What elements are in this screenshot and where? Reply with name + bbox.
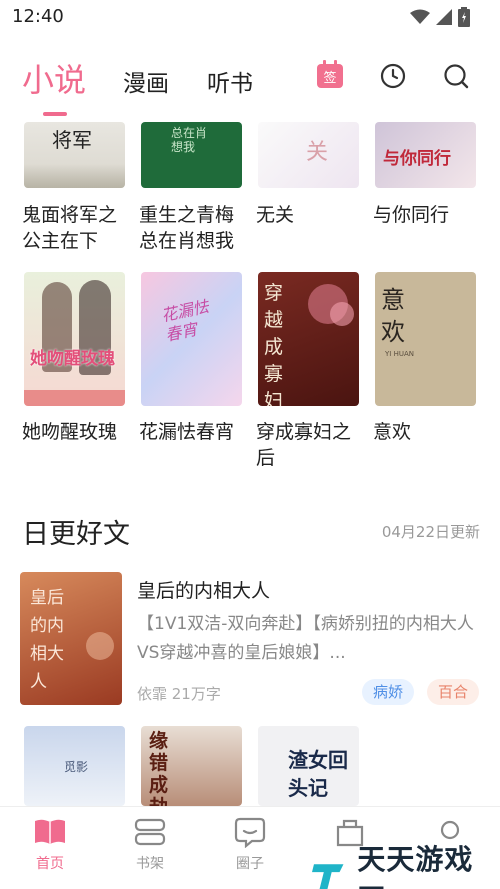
tag-badge[interactable]: 病娇	[362, 679, 415, 705]
book-open-icon	[33, 815, 67, 849]
tab-audiobook[interactable]: 听书	[207, 64, 253, 98]
book-cover-5[interactable]: 她吻醒玫瑰	[24, 272, 125, 406]
clock-icon	[380, 63, 406, 89]
history-button[interactable]	[379, 62, 407, 90]
book-cover-6[interactable]: 花漏怯春宵	[141, 272, 242, 406]
status-time: 12:40	[12, 6, 64, 27]
tag-badge[interactable]: 百合	[427, 679, 480, 705]
cover-text: 意欢	[381, 286, 405, 346]
book-cover-7[interactable]: 穿越成寡妇之后	[258, 272, 359, 406]
wifi-icon	[410, 9, 430, 24]
cover-text: 她吻醒玫瑰	[30, 349, 115, 369]
nav-bookshelf-label: 书架	[136, 856, 164, 872]
nav-home-label: 首页	[36, 856, 64, 872]
watermark-logo-icon	[312, 864, 344, 889]
nav-bookshelf[interactable]: 书架	[120, 815, 180, 873]
featured-book-title[interactable]: 皇后的内相大人	[137, 576, 270, 603]
sign-in-button[interactable]: 签	[316, 60, 344, 90]
cover-text: 穿越成寡妇之后	[264, 282, 284, 406]
book-cover-1[interactable]: 将军	[24, 122, 125, 188]
cover-text: 与你同行	[383, 149, 451, 169]
nav-circle-label: 圈子	[236, 856, 264, 872]
book-cover-11[interactable]: 渣女回头记	[258, 726, 359, 806]
book-cover-8[interactable]: 意欢 YI HUAN	[375, 272, 476, 406]
calendar-sign-icon: 签	[317, 60, 343, 88]
cover-subtext: YI HUAN	[385, 350, 414, 358]
status-icons	[410, 7, 470, 27]
featured-book-meta: 依霏 21万字	[137, 685, 221, 703]
book-title-3[interactable]: 无关	[256, 202, 366, 228]
nav-home[interactable]: 首页	[20, 815, 80, 873]
watermark: 天天游戏网	[312, 838, 500, 889]
chat-bubble-icon	[233, 815, 267, 849]
search-button[interactable]	[442, 62, 470, 90]
cover-text: 花漏怯春宵	[159, 296, 211, 345]
tab-indicator	[43, 112, 67, 116]
book-cover-3[interactable]: 关	[258, 122, 359, 188]
tab-comic[interactable]: 漫画	[123, 64, 169, 98]
book-cover-4[interactable]: 与你同行	[375, 122, 476, 188]
book-title-8[interactable]: 意欢	[373, 419, 483, 445]
watermark-text: 天天游戏网	[357, 843, 474, 889]
cover-text: 缘错成劫	[149, 730, 169, 806]
featured-book-description[interactable]: 【1V1双洁-双向奔赴】【病娇别扭的内相大人VS穿越冲喜的皇后娘娘】...	[137, 610, 477, 668]
bookshelf-icon	[133, 815, 167, 849]
book-title-2[interactable]: 重生之青梅总在肖想我	[139, 202, 249, 254]
cover-text: 觅影	[64, 760, 89, 774]
book-cover-2[interactable]: 总在肖想我	[141, 122, 242, 188]
book-cover-9[interactable]: 觅影	[24, 726, 125, 806]
cover-text: 渣女回头记	[288, 748, 348, 800]
book-title-5[interactable]: 她吻醒玫瑰	[22, 419, 132, 445]
cover-text: 将军	[52, 128, 92, 152]
featured-book-cover[interactable]: 皇后的内相大人	[20, 572, 122, 705]
top-nav: 小说 漫画 听书 签	[0, 50, 500, 122]
cover-text: 皇后的内相大人	[30, 588, 64, 692]
cover-text: 关	[306, 140, 329, 165]
battery-icon	[458, 7, 470, 27]
section-title: 日更好文	[22, 519, 130, 550]
signal-icon	[436, 9, 452, 25]
book-title-6[interactable]: 花漏怯春宵	[139, 419, 249, 445]
cover-text: 总在肖想我	[171, 126, 208, 154]
tab-novel[interactable]: 小说	[22, 55, 86, 101]
status-bar: 12:40	[0, 0, 500, 36]
book-title-7[interactable]: 穿成寡妇之后	[256, 419, 366, 471]
book-title-4[interactable]: 与你同行	[373, 202, 483, 228]
book-cover-10[interactable]: 缘错成劫	[141, 726, 242, 806]
nav-circle[interactable]: 圈子	[220, 815, 280, 873]
section-update-time: 04月22日更新	[381, 523, 480, 541]
book-title-1[interactable]: 鬼面将军之公主在下	[22, 202, 132, 254]
search-icon	[444, 64, 469, 89]
